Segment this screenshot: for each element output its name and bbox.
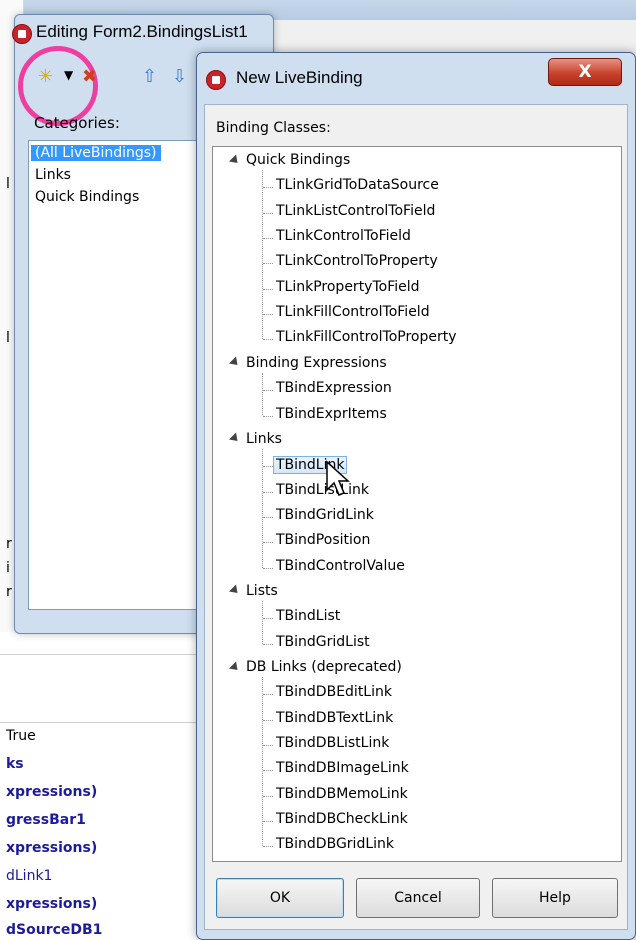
tree-item[interactable]: TBindDBImageLink	[276, 760, 409, 776]
inspector-row-text: xpressions)	[6, 840, 98, 856]
tree-connector	[263, 745, 273, 747]
tree-connector	[263, 694, 273, 696]
tree-connector	[262, 600, 263, 644]
tree-item[interactable]: TLinkFillControlToField	[276, 304, 430, 320]
tree-connector	[263, 567, 273, 569]
tree-group-2[interactable]: Links	[228, 430, 282, 447]
tree-group-label: DB Links (deprecated)	[246, 659, 402, 675]
collapse-arrow-icon[interactable]	[228, 153, 242, 167]
tree-item[interactable]: TBindDBEditLink	[276, 684, 392, 700]
mouse-cursor-icon	[326, 460, 350, 496]
tree-connector	[263, 542, 273, 544]
tree-connector	[263, 770, 273, 772]
inspector-row-text: dSourceDB1	[6, 922, 103, 938]
new-binding-icon[interactable]: ✳	[38, 66, 53, 87]
collapse-arrow-icon[interactable]	[228, 356, 242, 369]
tree-group-label: Links	[246, 430, 282, 447]
tree-connector	[263, 314, 273, 316]
tree-item[interactable]: TBindPosition	[276, 532, 370, 548]
tree-connector	[263, 263, 273, 265]
tree-connector	[263, 821, 273, 823]
tree-group-label: Quick Bindings	[246, 152, 351, 168]
editing-window-title: Editing Form2.BindingsList1	[36, 22, 248, 41]
tree-item[interactable]: TBindGridList	[276, 634, 370, 650]
inspector-row-text: xpressions)	[6, 896, 98, 912]
tree-connector	[263, 339, 273, 341]
background-glyph: l	[6, 330, 10, 346]
background-glyph: l	[6, 176, 10, 192]
help-button[interactable]: Help	[492, 878, 618, 918]
tree-connector	[263, 795, 273, 797]
dropdown-arrow-icon[interactable]: ▼	[64, 68, 73, 82]
tree-group-3[interactable]: Lists	[228, 582, 278, 599]
tree-item[interactable]: TBindList	[276, 608, 340, 624]
background-glyph: r	[6, 536, 12, 552]
tree-item[interactable]: TBindDBListLink	[276, 735, 389, 751]
tree-item[interactable]: TBindDBCheckLink	[276, 811, 408, 827]
tree-connector	[263, 415, 273, 417]
tree-item[interactable]: TBindGridLink	[276, 507, 374, 523]
tree-connector	[262, 170, 263, 340]
background-glyph: r	[6, 584, 12, 600]
tree-item[interactable]: TBindExprItems	[276, 406, 387, 422]
tree-connector	[262, 677, 263, 847]
tree-connector	[263, 719, 273, 721]
tree-item[interactable]: TLinkListControlToField	[276, 203, 435, 219]
tree-group-4[interactable]: DB Links (deprecated)	[228, 659, 402, 675]
tree-item[interactable]: TBindDBGridLink	[276, 836, 394, 852]
tree-connector	[263, 212, 273, 214]
tree-connector	[263, 846, 273, 848]
tree-connector	[263, 491, 273, 493]
move-up-icon[interactable]: ⇧	[142, 66, 157, 87]
dialog-title: New LiveBinding	[236, 68, 363, 87]
tree-connector	[262, 448, 263, 568]
tree-connector	[263, 288, 273, 290]
move-down-icon[interactable]: ⇩	[172, 66, 187, 87]
category-item[interactable]: Links	[35, 167, 71, 183]
close-button[interactable]: X	[548, 58, 622, 86]
tree-group-0[interactable]: Quick Bindings	[228, 152, 351, 168]
tree-item[interactable]: TBindListLink	[276, 482, 369, 498]
collapse-arrow-icon[interactable]	[228, 432, 242, 445]
tree-item[interactable]: TBindExpression	[276, 380, 392, 396]
tree-item[interactable]: TBindControlValue	[276, 558, 405, 574]
tree-connector	[263, 238, 273, 240]
collapse-arrow-icon[interactable]	[228, 584, 242, 597]
tree-connector	[263, 643, 273, 645]
tree-group-1[interactable]: Binding Expressions	[228, 354, 387, 371]
tree-connector	[262, 372, 263, 416]
delete-binding-icon[interactable]: ✖	[82, 66, 97, 87]
inspector-row-text: ks	[6, 756, 24, 772]
category-item[interactable]: (All LiveBindings)	[31, 145, 161, 161]
tree-item[interactable]: TLinkControlToProperty	[276, 253, 438, 269]
tree-group-label: Lists	[246, 582, 278, 599]
tree-connector	[263, 618, 273, 620]
tree-connector	[263, 516, 273, 518]
app-icon	[12, 24, 32, 44]
inspector-row-text: dLink1	[6, 868, 53, 884]
categories-label: Categories:	[34, 114, 120, 132]
tree-item[interactable]: TBindDBMemoLink	[276, 786, 408, 802]
category-item[interactable]: Quick Bindings	[35, 189, 139, 205]
tree-connector	[263, 466, 273, 468]
inspector-row-text: xpressions)	[6, 784, 98, 800]
collapse-arrow-icon[interactable]	[228, 660, 242, 674]
inspector-row-text: True	[6, 728, 36, 744]
binding-classes-label: Binding Classes:	[216, 120, 331, 136]
tree-connector	[263, 187, 273, 189]
background-glyph: i	[6, 560, 10, 576]
app-icon	[206, 70, 226, 90]
tree-item[interactable]: TLinkControlToField	[276, 228, 411, 244]
tree-item[interactable]: TBindDBTextLink	[276, 710, 393, 726]
tree-item[interactable]: TLinkFillControlToProperty	[276, 329, 457, 345]
ok-button[interactable]: OK	[216, 878, 344, 918]
cancel-button[interactable]: Cancel	[356, 878, 480, 918]
tree-item[interactable]: TLinkPropertyToField	[276, 279, 420, 295]
tree-item[interactable]: TLinkGridToDataSource	[276, 177, 439, 193]
tree-connector	[263, 390, 273, 392]
tree-group-label: Binding Expressions	[246, 354, 387, 371]
inspector-row-text: gressBar1	[6, 812, 86, 828]
